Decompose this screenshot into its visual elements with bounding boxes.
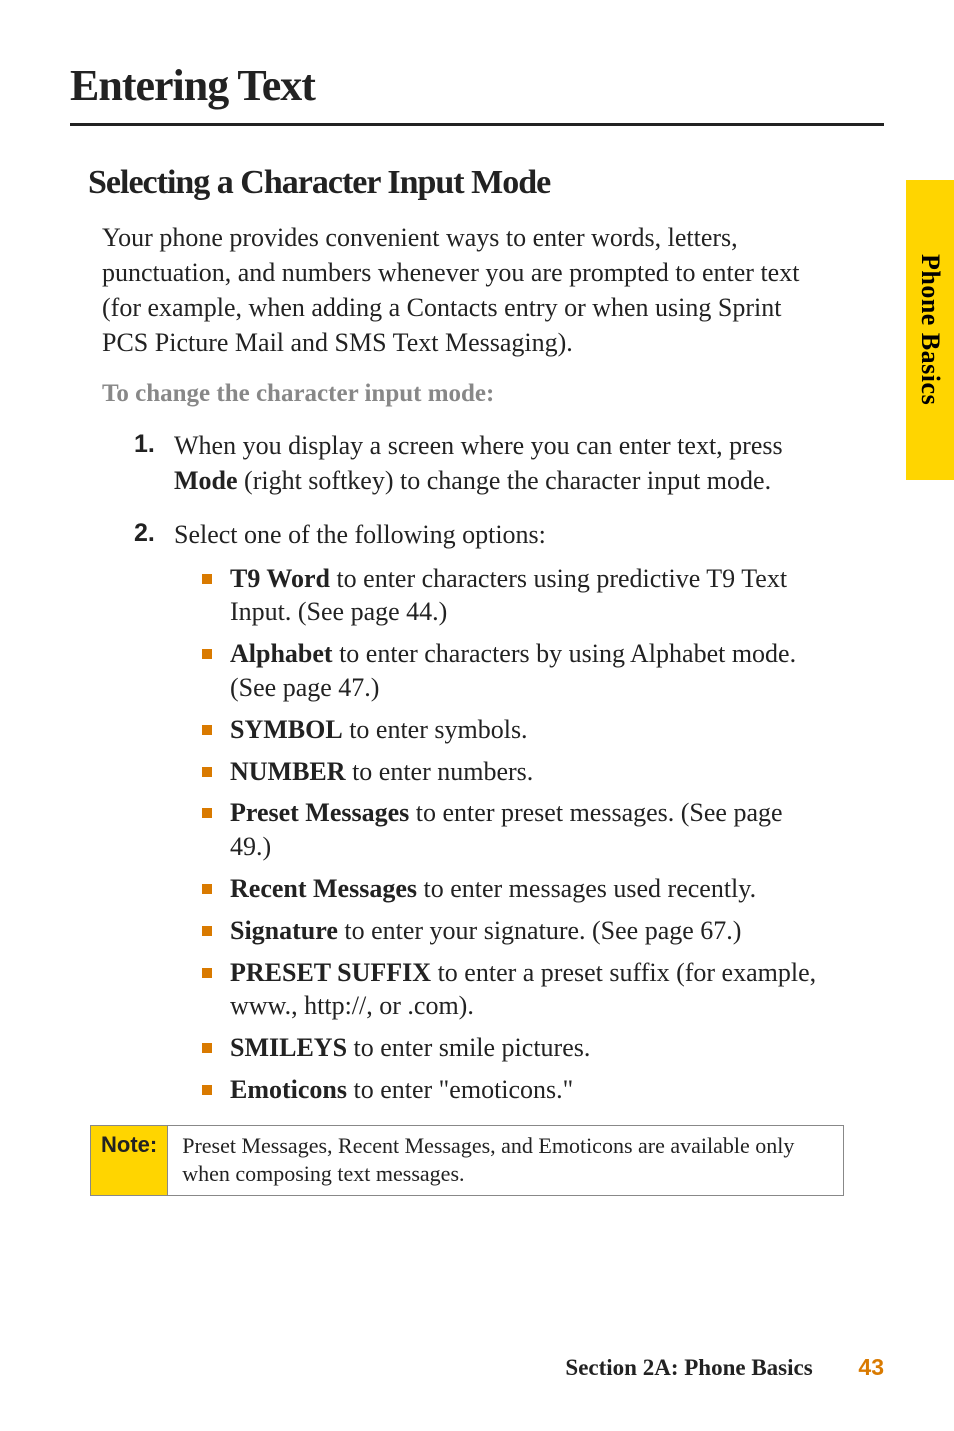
option-bold: PRESET SUFFIX	[230, 958, 431, 987]
list-item: Preset Messages to enter preset messages…	[202, 796, 824, 864]
list-item: T9 Word to enter characters using predic…	[202, 562, 824, 630]
side-tab-label: Phone Basics	[915, 254, 945, 405]
step-text-post: (right softkey) to change the character …	[238, 466, 772, 495]
option-bold: Preset Messages	[230, 798, 409, 827]
option-bold: SYMBOL	[230, 715, 343, 744]
step-text-bold: Mode	[174, 466, 238, 495]
option-rest: to enter messages used recently.	[417, 874, 756, 903]
footer-page-number: 43	[858, 1354, 884, 1380]
list-item: SYMBOL to enter symbols.	[202, 713, 824, 747]
step-2: 2. Select one of the following options: …	[134, 517, 824, 1107]
option-rest: to enter your signature. (See page 67.)	[338, 916, 742, 945]
instruction-lead: To change the character input mode:	[102, 380, 884, 408]
option-rest: to enter symbols.	[343, 715, 528, 744]
step-number: 2.	[134, 517, 155, 551]
footer-section: Section 2A: Phone Basics	[565, 1355, 812, 1380]
note-label: Note:	[91, 1126, 168, 1195]
option-rest: to enter smile pictures.	[347, 1033, 590, 1062]
list-item: SMILEYS to enter smile pictures.	[202, 1031, 824, 1065]
option-bold: T9 Word	[230, 564, 330, 593]
note-box: Note: Preset Messages, Recent Messages, …	[90, 1125, 844, 1196]
list-item: NUMBER to enter numbers.	[202, 755, 824, 789]
page-title: Entering Text	[70, 60, 884, 126]
list-item: PRESET SUFFIX to enter a preset suffix (…	[202, 956, 824, 1024]
steps-list: 1. When you display a screen where you c…	[134, 428, 824, 1106]
list-item: Emoticons to enter "emoticons."	[202, 1073, 824, 1107]
side-tab: Phone Basics	[906, 180, 954, 480]
step-text-pre: When you display a screen where you can …	[174, 431, 783, 460]
option-bold: NUMBER	[230, 757, 346, 786]
option-bold: Emoticons	[230, 1075, 347, 1104]
option-bold: Signature	[230, 916, 338, 945]
option-bold: Alphabet	[230, 639, 333, 668]
intro-paragraph: Your phone provides convenient ways to e…	[102, 220, 824, 360]
section-heading: Selecting a Character Input Mode	[88, 164, 884, 202]
list-item: Signature to enter your signature. (See …	[202, 914, 824, 948]
option-rest: to enter numbers.	[346, 757, 534, 786]
option-bold: SMILEYS	[230, 1033, 347, 1062]
option-rest: to enter "emoticons."	[347, 1075, 573, 1104]
step-text-pre: Select one of the following options:	[174, 520, 546, 549]
step-1: 1. When you display a screen where you c…	[134, 428, 824, 498]
step-number: 1.	[134, 428, 155, 462]
note-content: Preset Messages, Recent Messages, and Em…	[168, 1126, 843, 1195]
options-list: T9 Word to enter characters using predic…	[202, 562, 824, 1107]
option-bold: Recent Messages	[230, 874, 417, 903]
page-footer: Section 2A: Phone Basics 43	[565, 1354, 884, 1381]
list-item: Recent Messages to enter messages used r…	[202, 872, 824, 906]
list-item: Alphabet to enter characters by using Al…	[202, 637, 824, 705]
